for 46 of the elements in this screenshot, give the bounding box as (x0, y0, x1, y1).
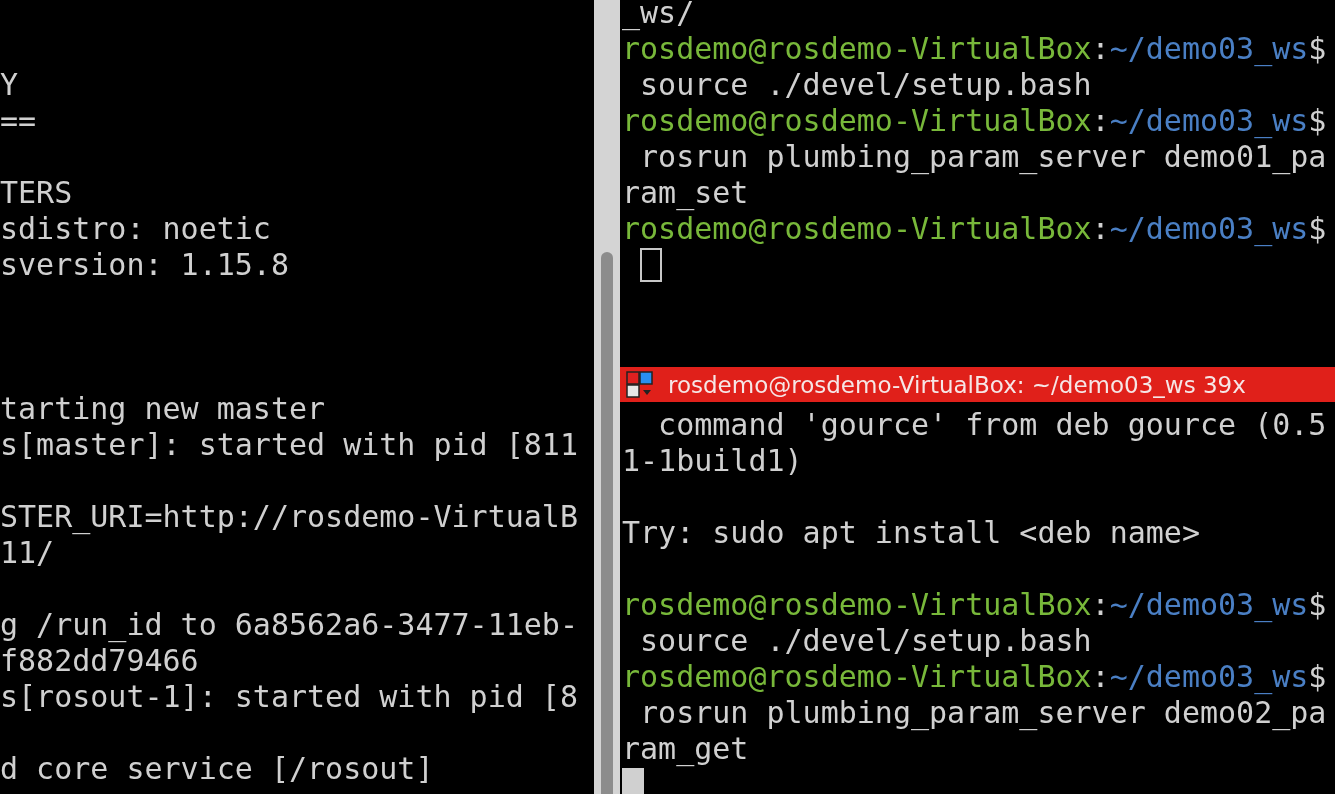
prompt-path: ~/demo03_ws (1109, 31, 1309, 67)
terminal-line: ram_set (622, 175, 749, 211)
prompt-user: rosdemo@rosdemo-VirtualBox (622, 659, 1092, 695)
terminal-line: command 'gource' from deb gource (0.5 (657, 407, 1327, 443)
terminal-line: rosrun plumbing_param_server demo02_pa (639, 695, 1327, 731)
prompt-user: rosdemo@rosdemo-VirtualBox (622, 31, 1092, 67)
terminal-line: ram_get (622, 731, 749, 767)
terminal-line: f882dd79466 (0, 643, 199, 679)
prompt-symbol: $ (1308, 659, 1327, 695)
terminal-line: TERS (0, 175, 73, 211)
prompt-separator: : (1091, 31, 1110, 67)
terminal-line: Y (0, 67, 19, 103)
prompt-separator: : (1091, 659, 1110, 695)
terminal-line: g /run_id to 6a8562a6-3477-11eb- (0, 607, 578, 643)
terminal-line: source ./devel/setup.bash (639, 623, 1092, 659)
terminal-line: == (0, 103, 37, 139)
prompt-symbol: $ (1308, 103, 1327, 139)
terminal-line: 1-1build1) (622, 443, 803, 479)
terminal-line: Try: sudo apt install <deb name> (622, 515, 1200, 551)
prompt-separator: : (1091, 211, 1110, 247)
window-icon (626, 370, 654, 399)
terminal-line: tarting new master (0, 391, 326, 427)
terminal-line: rosrun plumbing_param_server demo01_pa (639, 139, 1327, 175)
terminal-line: source ./devel/setup.bash (639, 67, 1092, 103)
prompt-user: rosdemo@rosdemo-VirtualBox (622, 211, 1092, 247)
terminal-line: sdistro: noetic (0, 211, 271, 247)
prompt-separator: : (1091, 587, 1110, 623)
prompt-path: ~/demo03_ws (1109, 103, 1309, 139)
prompt-user: rosdemo@rosdemo-VirtualBox (622, 587, 1092, 623)
terminal-line: s[master]: started with pid [811 (0, 427, 578, 463)
prompt-path: ~/demo03_ws (1109, 211, 1309, 247)
prompt-path: ~/demo03_ws (1109, 587, 1309, 623)
prompt-symbol: $ (1308, 31, 1327, 67)
terminal-line: STER_URI=http://rosdemo-VirtualB (0, 499, 578, 535)
terminal-line: s[rosout-1]: started with pid [8 (0, 679, 578, 715)
terminal-line: _ws/ (622, 0, 695, 31)
terminal-line: 11/ (0, 535, 55, 571)
prompt-user: rosdemo@rosdemo-VirtualBox (622, 103, 1092, 139)
scrollbar[interactable] (594, 0, 620, 794)
terminal-line: sversion: 1.15.8 (0, 247, 289, 283)
terminal-line: d core service [/rosout] (0, 751, 434, 787)
prompt-symbol: $ (1308, 587, 1327, 623)
prompt-symbol: $ (1308, 211, 1327, 247)
window-title: rosdemo@rosdemo-VirtualBox: ~/demo03_ws 39x (668, 371, 1246, 398)
prompt-separator: : (1091, 103, 1110, 139)
prompt-path: ~/demo03_ws (1109, 659, 1309, 695)
